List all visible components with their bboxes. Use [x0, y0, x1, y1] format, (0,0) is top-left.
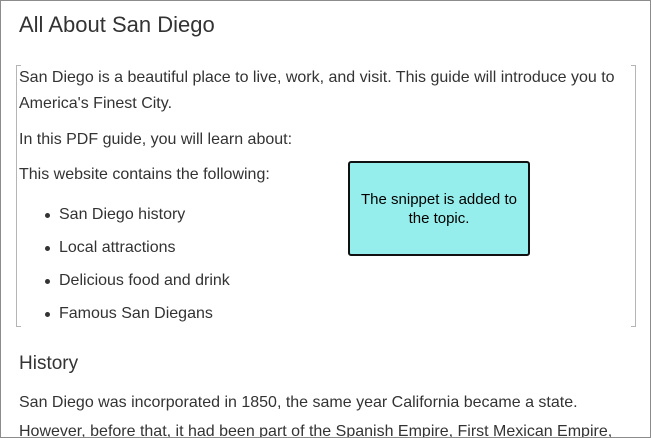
list-item-label: Famous San Diegans	[59, 305, 213, 322]
bullet-icon	[45, 279, 50, 284]
history-heading: History	[19, 353, 79, 374]
bullet-icon	[45, 312, 50, 317]
bullet-icon	[45, 246, 50, 251]
intro-line-2: America's Finest City.	[19, 95, 173, 112]
list-item-label: Local attractions	[59, 239, 176, 256]
topic-preview-frame: All About San Diego San Diego is a beaut…	[0, 0, 651, 438]
history-line-2: However, before that, it had been part o…	[19, 423, 613, 438]
history-line-1: San Diego was incorporated in 1850, the …	[19, 394, 578, 411]
list-item-label: San Diego history	[59, 206, 186, 223]
pdf-guide-line: In this PDF guide, you will learn about:	[19, 131, 293, 148]
page-title: All About San Diego	[19, 12, 215, 37]
website-contents-line: This website contains the following:	[19, 166, 270, 183]
snippet-callout: The snippet is added to the topic.	[348, 161, 530, 256]
bullet-icon	[45, 213, 50, 218]
intro-line-1: San Diego is a beautiful place to live, …	[19, 69, 615, 86]
list-item-label: Delicious food and drink	[59, 272, 230, 289]
